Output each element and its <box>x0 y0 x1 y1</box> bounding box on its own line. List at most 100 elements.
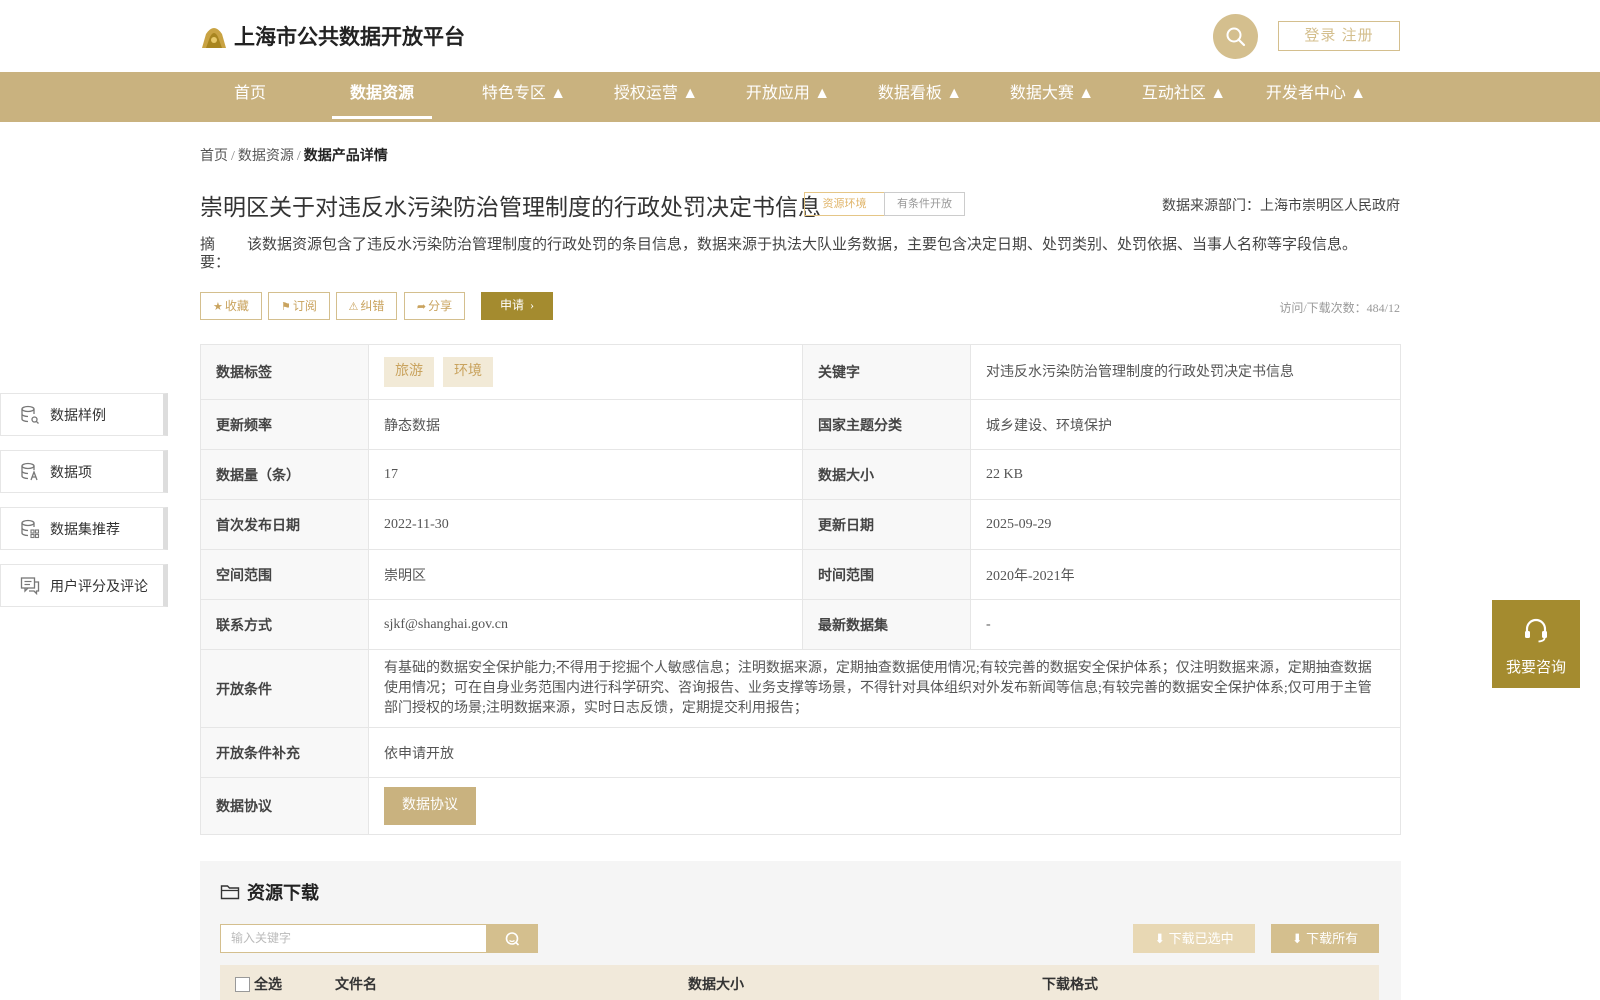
visit-download-count: 访问/下载次数：484/12 <box>1279 301 1400 315</box>
file-search-button[interactable] <box>486 924 538 953</box>
nav-item-home[interactable]: 首页 <box>220 72 280 122</box>
tags-cell: 旅游 环境 <box>368 344 803 400</box>
nav-active-underline <box>332 116 432 119</box>
logo-icon <box>202 28 226 48</box>
side-item-label: 数据项 <box>50 465 92 481</box>
dataset-info-table: 数据标签 旅游 环境 关键字 对违反水污染防治管理制度的行政处罚决定书信息 更新频… <box>200 344 1401 835</box>
table-row: 联系方式 sjkf@shanghai.gov.cn 最新数据集 - <box>200 599 1401 650</box>
download-section-title: 资源下载 <box>220 879 319 905</box>
correct-label: 纠错 <box>360 299 385 313</box>
side-item-label: 数据样例 <box>50 408 106 424</box>
database-grid-icon <box>19 518 41 540</box>
apply-label: 申请 <box>499 298 524 312</box>
site-title: 上海市公共数据开放平台 <box>234 26 465 49</box>
side-item-label: 用户评分及评论 <box>50 579 148 595</box>
data-size-value: 22 KB <box>970 449 1401 500</box>
resource-download-section: 资源下载 ⬇ 下载已选中 ⬇ 下载所有 全选 文件名 数据大小 下载格式 <box>200 861 1401 1000</box>
flag-icon: ⚑ <box>281 301 291 313</box>
database-search-icon <box>19 404 41 426</box>
download-icon: ⬇ <box>1291 931 1303 946</box>
side-item-data-sample[interactable]: 数据样例 <box>0 393 168 436</box>
nav-item-community[interactable]: 互动社区 ▲ <box>1126 72 1242 122</box>
open-condition-label: 开放条件 <box>200 649 369 728</box>
header-search-button[interactable] <box>1213 14 1258 59</box>
side-item-data-fields[interactable]: 数据项 <box>0 450 168 493</box>
side-menu: 数据样例 数据项 数据集推荐 用户评分及评论 <box>0 393 168 621</box>
download-icon: ⬇ <box>1154 931 1166 946</box>
warning-icon: ⚠ <box>348 301 359 313</box>
nav-item-developer[interactable]: 开发者中心 ▲ <box>1258 72 1374 122</box>
table-row: 数据标签 旅游 环境 关键字 对违反水污染防治管理制度的行政处罚决定书信息 <box>200 344 1401 400</box>
download-title-text: 资源下载 <box>247 883 319 903</box>
open-type-tag: 有条件开放 <box>884 192 965 216</box>
record-count-value: 17 <box>368 449 803 500</box>
side-item-dataset-recommend[interactable]: 数据集推荐 <box>0 507 168 550</box>
share-button[interactable]: ➦ 分享 <box>404 292 465 320</box>
data-size-label: 数据大小 <box>802 449 971 500</box>
select-all-checkbox[interactable] <box>235 977 250 992</box>
open-condition-value: 有基础的数据安全保护能力;不得用于挖掘个人敏感信息；注明数据来源，定期抽查数据使… <box>368 649 1401 728</box>
breadcrumb-separator: / <box>231 149 235 164</box>
subscribe-button[interactable]: ⚑ 订阅 <box>268 292 330 320</box>
data-protocol-button[interactable]: 数据协议 <box>384 787 476 825</box>
login-register-button[interactable]: 登录 注册 <box>1278 21 1400 51</box>
update-date-label: 更新日期 <box>802 499 971 550</box>
first-publish-date-label: 首次发布日期 <box>200 499 369 550</box>
breadcrumb-separator: / <box>296 149 301 164</box>
breadcrumb-home[interactable]: 首页 <box>200 149 228 164</box>
favorite-button[interactable]: ★ 收藏 <box>200 292 262 320</box>
contact-value[interactable]: sjkf@shanghai.gov.cn <box>368 599 803 650</box>
nav-item-authorized-ops[interactable]: 授权运营 ▲ <box>598 72 714 122</box>
side-item-rating-comments[interactable]: 用户评分及评论 <box>0 564 168 607</box>
first-publish-date-value: 2022-11-30 <box>368 499 803 550</box>
tag-chip[interactable]: 环境 <box>443 357 493 387</box>
nav-item-dashboard[interactable]: 数据看板 ▲ <box>862 72 978 122</box>
download-selected-button[interactable]: ⬇ 下载已选中 <box>1133 924 1255 953</box>
search-icon <box>1226 27 1245 46</box>
folder-icon <box>220 885 240 900</box>
dataset-title: 崇明区关于对违反水污染防治管理制度的行政处罚决定书信息 <box>200 195 821 220</box>
breadcrumb: 首页 / 数据资源 / 数据产品详情 <box>200 145 388 165</box>
file-table-header: 全选 文件名 数据大小 下载格式 <box>220 965 1379 1000</box>
spatial-scope-value: 崇明区 <box>368 549 803 600</box>
consult-label: 我要咨询 <box>1505 659 1566 676</box>
share-label: 分享 <box>428 299 453 313</box>
side-item-label: 数据集推荐 <box>50 522 120 538</box>
database-text-icon <box>19 461 41 483</box>
column-select-all[interactable]: 全选 <box>254 974 282 994</box>
breadcrumb-data-resources[interactable]: 数据资源 <box>238 149 294 164</box>
national-theme-label: 国家主题分类 <box>802 399 971 450</box>
download-all-button[interactable]: ⬇ 下载所有 <box>1271 924 1379 953</box>
subscribe-label: 订阅 <box>292 299 317 313</box>
site-logo[interactable]: 上海市公共数据开放平台 <box>200 20 465 52</box>
download-all-label: 下载所有 <box>1306 931 1359 946</box>
apply-button[interactable]: 申请 › <box>481 292 553 320</box>
keyword-value: 对违反水污染防治管理制度的行政处罚决定书信息 <box>970 344 1401 400</box>
nav-item-open-apps[interactable]: 开放应用 ▲ <box>730 72 846 122</box>
nav-item-contest[interactable]: 数据大赛 ▲ <box>994 72 1110 122</box>
correct-button[interactable]: ⚠ 纠错 <box>336 292 397 320</box>
source-department: 数据来源部门：上海市崇明区人民政府 <box>1162 199 1400 214</box>
protocol-cell: 数据协议 <box>368 777 1401 835</box>
file-search-input[interactable] <box>220 924 487 953</box>
time-range-label: 时间范围 <box>802 549 971 600</box>
breadcrumb-current: 数据产品详情 <box>303 147 388 163</box>
open-condition-extra-label: 开放条件补充 <box>200 727 369 778</box>
table-row: 开放条件 有基础的数据安全保护能力;不得用于挖掘个人敏感信息；注明数据来源，定期… <box>200 649 1401 728</box>
main-nav: 首页 数据资源 特色专区 ▲ 授权运营 ▲ 开放应用 ▲ 数据看板 ▲ 数据大赛… <box>0 72 1600 122</box>
nav-item-featured[interactable]: 特色专区 ▲ <box>466 72 582 122</box>
download-selected-label: 下载已选中 <box>1168 931 1234 946</box>
share-icon: ➦ <box>416 301 427 313</box>
tag-chip[interactable]: 旅游 <box>384 357 434 387</box>
chevron-right-icon: › <box>530 298 534 312</box>
national-theme-value: 城乡建设、环境保护 <box>970 399 1401 450</box>
nav-item-data-resources[interactable]: 数据资源 <box>332 72 432 122</box>
protocol-label: 数据协议 <box>200 777 369 835</box>
time-range-value: 2020年-2021年 <box>970 549 1401 600</box>
keyword-label: 关键字 <box>802 344 971 400</box>
table-row: 首次发布日期 2022-11-30 更新日期 2025-09-29 <box>200 499 1401 550</box>
table-row: 更新频率 静态数据 国家主题分类 城乡建设、环境保护 <box>200 399 1401 450</box>
latest-dataset-label: 最新数据集 <box>802 599 971 650</box>
consult-widget[interactable]: 我要咨询 <box>1492 600 1580 688</box>
search-icon <box>505 931 520 946</box>
